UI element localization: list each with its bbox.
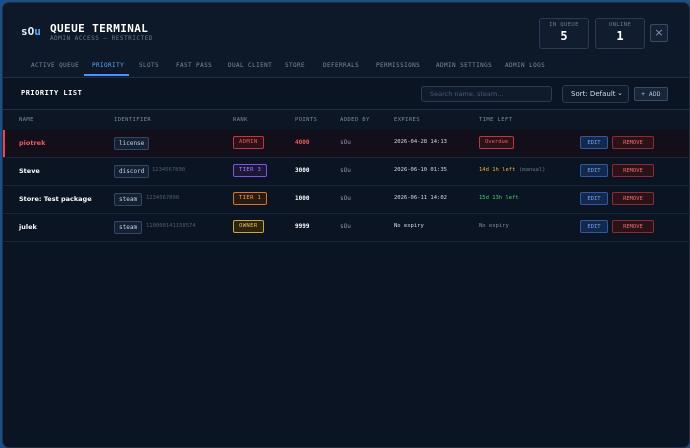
remove-button[interactable]: REMOVE [612,136,654,149]
rank-badge: ADMIN [233,136,264,149]
rank-badge: TIER 3 [233,164,268,177]
active-tab-indicator [84,74,129,76]
close-icon[interactable]: × [650,24,668,42]
header-name: NAME [19,117,34,123]
online-value: 1 [616,29,624,43]
row-name: julek [19,223,37,231]
row-expires: 2026-06-10 01:35 [394,167,447,173]
edit-button[interactable]: EDIT [580,220,608,233]
row-expires: 2026-06-11 14:02 [394,195,447,201]
sort-select[interactable]: Sort: Default ⌄ [562,85,629,103]
in-queue-value: 5 [560,29,568,43]
search-input[interactable] [422,87,551,101]
identifier-type-tag: license [114,137,150,150]
time-note: (manual) [519,167,546,173]
add-button[interactable]: + ADD [634,87,668,101]
section-title: PRIORITY LIST [21,89,83,97]
queue-terminal-window: sOu QUEUE TERMINAL ADMIN ACCESS — RESTRI… [2,2,690,448]
search-field[interactable] [421,86,552,102]
row-added-by: sOu [340,223,351,230]
online-label: ONLINE [608,22,632,28]
header-added-by: ADDED BY [340,117,370,123]
tab-store[interactable]: STORE [285,62,305,69]
tab-fast-pass[interactable]: FAST PASS [176,62,212,69]
tab-permissions[interactable]: PERMISSIONS [376,62,420,69]
row-expires: No expiry [394,223,424,229]
row-points: 3000 [295,167,310,174]
header-rank: RANK [233,117,248,123]
edit-button[interactable]: EDIT [580,136,608,149]
rank-badge: OWNER [233,220,264,233]
table-row: julek steam 110000141158574 OWNER 9999 s… [3,214,689,242]
identifier-value: 1234567890 [146,195,180,201]
identifier-type-tag: discord [114,165,150,178]
tab-active-queue[interactable]: ACTIVE QUEUE [31,62,79,69]
row-points: 9999 [295,223,310,230]
row-added-by: sOu [340,167,351,174]
edit-button[interactable]: EDIT [580,164,608,177]
app-title: QUEUE TERMINAL [50,22,149,35]
online-stat: ONLINE 1 [595,18,645,49]
identifier-type-tag: steam [114,193,143,206]
tab-bar: ACTIVE QUEUE PRIORITY SLOTS FAST PASS DU… [3,57,689,78]
tab-admin-settings[interactable]: ADMIN SETTINGS [436,62,492,69]
tab-admin-logs[interactable]: ADMIN LOGS [505,62,545,69]
tab-slots[interactable]: SLOTS [139,62,159,69]
row-expires: 2026-04-28 14:13 [394,139,447,145]
row-name: Store: Test package [19,195,92,203]
header-identifier: IDENTIFIER [114,117,152,123]
row-time-left: 14d 1h left [479,167,516,173]
in-queue-stat: IN QUEUE 5 [539,18,589,49]
app-subtitle: ADMIN ACCESS — RESTRICTED [50,35,153,42]
identifier-type-tag: steam [114,221,143,234]
table-header: NAME IDENTIFIER RANK POINTS ADDED BY EXP… [3,109,689,132]
row-time-left: No expiry [479,223,509,229]
tab-deferrals[interactable]: DEFERRALS [323,62,359,69]
rank-badge: TIER 1 [233,192,268,205]
row-added-by: sOu [340,195,351,202]
row-name: Steve [19,167,40,175]
table-row: Steve discord 1234567890 TIER 3 3000 sOu… [3,158,689,186]
row-name: piotrek [19,139,46,147]
row-time-left: 15d 13h left [479,195,519,201]
identifier-value: 110000141158574 [146,223,196,229]
tab-priority[interactable]: PRIORITY [92,62,124,69]
edit-button[interactable]: EDIT [580,192,608,205]
remove-button[interactable]: REMOVE [612,192,654,205]
in-queue-label: IN QUEUE [549,22,579,28]
header: sOu QUEUE TERMINAL ADMIN ACCESS — RESTRI… [3,3,689,57]
remove-button[interactable]: REMOVE [612,220,654,233]
table-row: Store: Test package steam 1234567890 TIE… [3,186,689,214]
row-points: 4000 [295,139,310,146]
tab-dual-client[interactable]: DUAL CLIENT [228,62,272,69]
row-points: 1000 [295,195,310,202]
logo: sOu [21,25,41,38]
overdue-badge: Overdue [479,136,515,149]
header-points: POINTS [295,117,318,123]
header-expires: EXPIRES [394,117,420,123]
header-time-left: TIME LEFT [479,117,513,123]
chevron-down-icon: ⌄ [617,89,623,97]
identifier-value: 1234567890 [152,167,186,173]
sort-label: Sort: Default [571,90,616,98]
row-added-by: sOu [340,139,351,146]
table-row: piotrek license ADMIN 4000 sOu 2026-04-2… [3,130,689,158]
remove-button[interactable]: REMOVE [612,164,654,177]
